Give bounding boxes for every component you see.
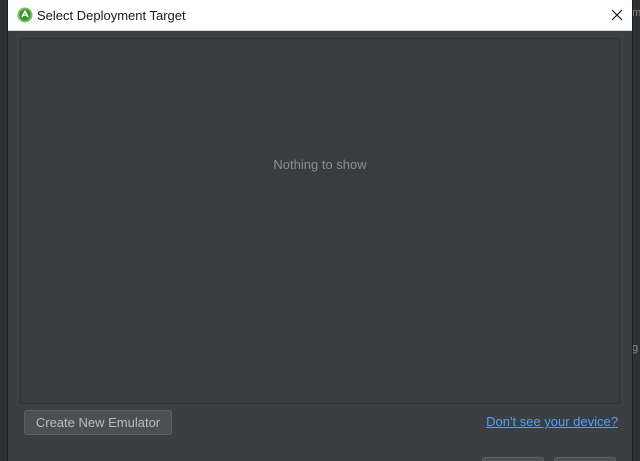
android-studio-icon: [17, 7, 33, 23]
ok-button[interactable]: [482, 457, 544, 461]
device-list-panel[interactable]: Nothing to show: [20, 38, 620, 404]
create-new-emulator-button[interactable]: Create New Emulator: [24, 410, 172, 435]
dialog-titlebar[interactable]: Select Deployment Target: [8, 0, 632, 31]
select-deployment-target-dialog: Select Deployment Target Nothing to show…: [8, 0, 632, 461]
ide-background-left-edge: [0, 0, 8, 461]
background-text-fragment: g: [632, 342, 639, 354]
dont-see-your-device-link[interactable]: Don't see your device?: [486, 414, 618, 429]
dialog-title: Select Deployment Target: [37, 8, 186, 23]
close-button[interactable]: [602, 0, 632, 30]
close-icon: [611, 9, 623, 21]
empty-state-text: Nothing to show: [273, 157, 367, 172]
background-text-fragment: m: [632, 7, 640, 19]
ide-background-right-edge: [632, 0, 640, 461]
cancel-button[interactable]: [554, 457, 616, 461]
